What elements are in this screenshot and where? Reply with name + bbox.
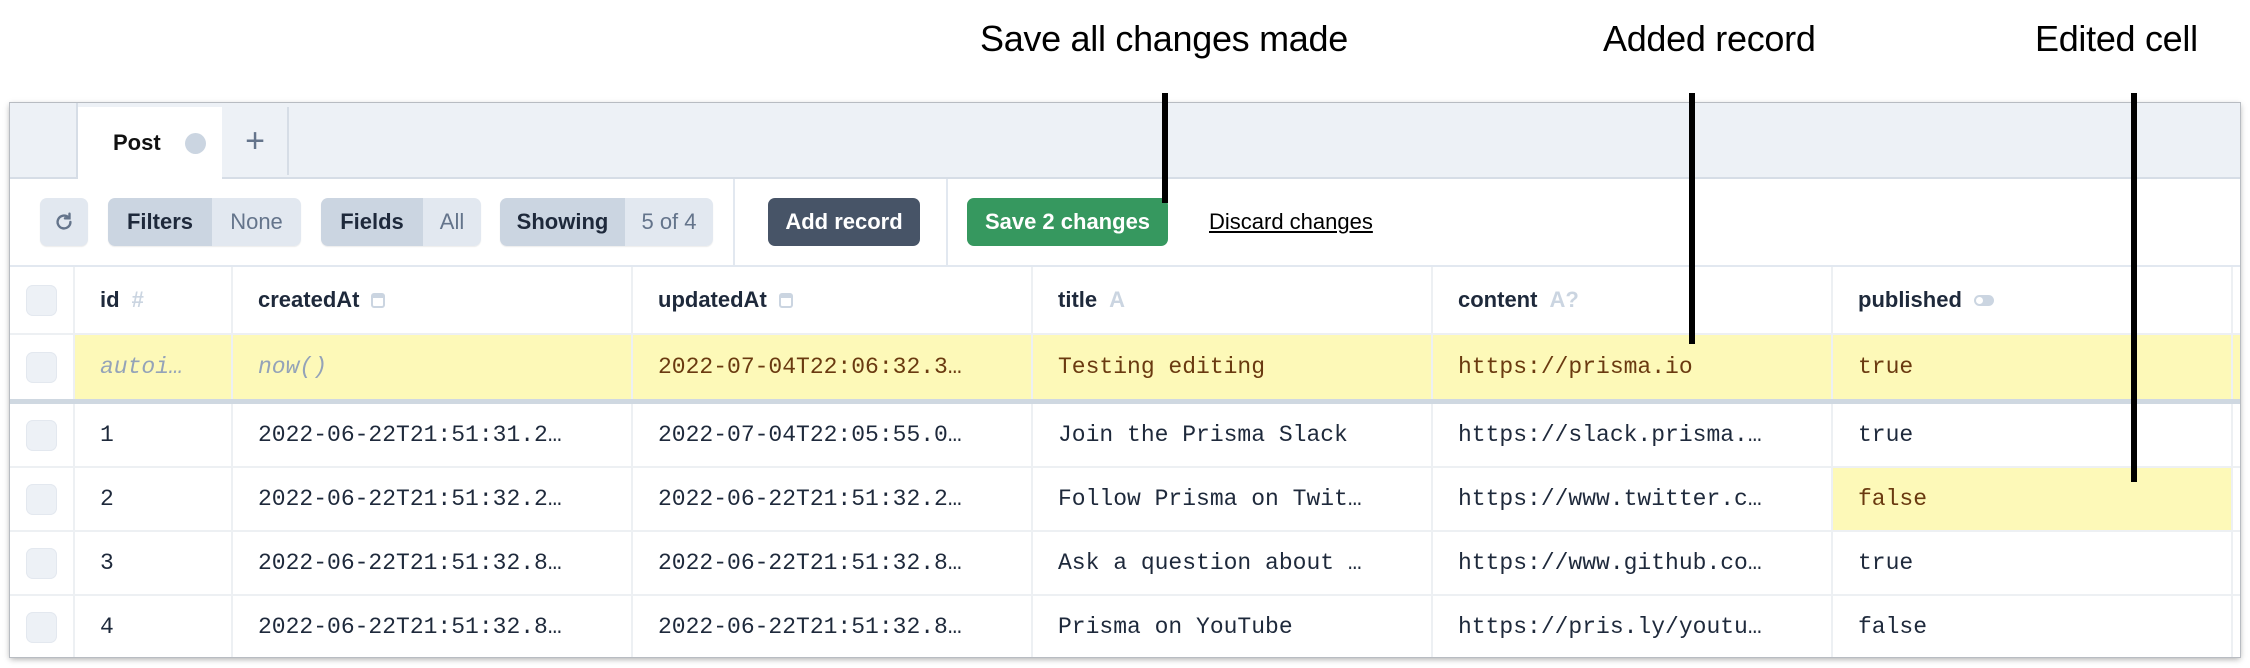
column-name: id (100, 287, 120, 312)
toggle-icon (1973, 294, 1994, 306)
cell-published[interactable]: true (1833, 404, 2233, 466)
tab-gutter (10, 103, 78, 177)
row-select-cell (10, 596, 75, 657)
header-row: id # createdAt updatedAt title A content A?… (10, 267, 2240, 335)
cell-createdAt[interactable]: 2022-06-22T21:51:32.8… (233, 596, 633, 657)
showing-label: Showing (500, 198, 625, 246)
column-name: content (1458, 287, 1538, 312)
column-name: published (1858, 287, 1962, 312)
tab-post[interactable]: Post (78, 107, 222, 179)
column-name: title (1058, 287, 1098, 312)
cell-published[interactable]: true (1833, 532, 2233, 594)
row-checkbox[interactable] (26, 419, 57, 451)
table-row: 1 2022-06-22T21:51:31.2… 2022-07-04T22:05:… (10, 404, 2240, 468)
cell-id[interactable]: autoi… (75, 335, 233, 399)
refresh-icon (56, 212, 72, 230)
cell-createdAt[interactable]: 2022-06-22T21:51:31.2… (233, 404, 633, 466)
studio-window: Post + Filters None Fields All Showing 5… (10, 103, 2240, 657)
annotation-pointer-edited (2131, 93, 2137, 482)
row-checkbox[interactable] (26, 483, 57, 515)
calendar-icon (778, 292, 793, 308)
cell-createdAt[interactable]: 2022-06-22T21:51:32.2… (233, 468, 633, 530)
cell-published[interactable]: true (1833, 335, 2233, 399)
add-record-button[interactable]: Add record (768, 198, 920, 246)
table-row: 3 2022-06-22T21:51:32.8… 2022-06-22T21:51:… (10, 532, 2240, 596)
filters-value: None (212, 198, 301, 246)
cell-id[interactable]: 3 (75, 532, 233, 594)
toolbar: Filters None Fields All Showing 5 of 4 A… (10, 179, 2240, 267)
cell-content[interactable]: https://www.twitter.c… (1433, 468, 1833, 530)
string-type-icon: A (1109, 287, 1126, 312)
row-select-cell (10, 404, 75, 466)
column-header-id[interactable]: id # (75, 267, 233, 333)
cell-updatedAt[interactable]: 2022-07-04T22:05:55.0… (633, 404, 1033, 466)
column-header-updatedAt[interactable]: updatedAt (633, 267, 1033, 333)
row-checkbox[interactable] (26, 547, 57, 579)
cell-updatedAt[interactable]: 2022-06-22T21:51:32.8… (633, 532, 1033, 594)
annotation-pointer-save (1162, 93, 1168, 203)
row-select-cell (10, 468, 75, 530)
cell-title[interactable]: Testing editing (1033, 335, 1433, 399)
number-type-icon: # (131, 287, 144, 312)
cell-published[interactable]: false (1833, 468, 2233, 530)
tab-label: Post (113, 130, 161, 155)
table-row: 2 2022-06-22T21:51:32.2… 2022-06-22T21:51:… (10, 468, 2240, 532)
tab-bar: Post + (10, 103, 2240, 179)
cell-title[interactable]: Join the Prisma Slack (1033, 404, 1433, 466)
select-all-cell (10, 267, 75, 333)
row-checkbox[interactable] (26, 351, 57, 383)
table-row: 4 2022-06-22T21:51:32.8… 2022-06-22T21:51:… (10, 596, 2240, 657)
add-tab-button[interactable]: + (223, 107, 289, 175)
cell-title[interactable]: Prisma on YouTube (1033, 596, 1433, 657)
annotation-edited-cell: Edited cell (2035, 18, 2198, 59)
showing-value: 5 of 4 (625, 198, 713, 246)
column-header-content[interactable]: content A? (1433, 267, 1833, 333)
cell-createdAt[interactable]: now() (233, 335, 633, 399)
unsaved-dot-icon (184, 132, 206, 154)
cell-updatedAt[interactable]: 2022-07-04T22:06:32.3… (633, 335, 1033, 399)
annotation-added-record: Added record (1603, 18, 1816, 59)
cell-content[interactable]: https://prisma.io (1433, 335, 1833, 399)
cell-published[interactable]: false (1833, 596, 2233, 657)
cell-createdAt[interactable]: 2022-06-22T21:51:32.8… (233, 532, 633, 594)
new-record-row: autoi… now() 2022-07-04T22:06:32.3… Test… (10, 335, 2240, 404)
filters-label: Filters (108, 198, 212, 246)
cell-id[interactable]: 2 (75, 468, 233, 530)
toolbar-divider (946, 179, 948, 265)
cell-title[interactable]: Ask a question about … (1033, 532, 1433, 594)
fields-label: Fields (321, 198, 423, 246)
cell-content[interactable]: https://pris.ly/youtu… (1433, 596, 1833, 657)
column-name: updatedAt (658, 287, 767, 312)
filters-button[interactable]: Filters None (108, 198, 301, 246)
calendar-icon (371, 292, 386, 308)
annotation-save-all: Save all changes made (980, 18, 1348, 59)
cell-id[interactable]: 1 (75, 404, 233, 466)
row-select-cell (10, 532, 75, 594)
row-checkbox[interactable] (26, 611, 57, 643)
cell-title[interactable]: Follow Prisma on Twit… (1033, 468, 1433, 530)
save-changes-button[interactable]: Save 2 changes (967, 198, 1168, 246)
cell-content[interactable]: https://slack.prisma.… (1433, 404, 1833, 466)
cell-content[interactable]: https://www.github.co… (1433, 532, 1833, 594)
column-header-published[interactable]: published (1833, 267, 2233, 333)
cell-updatedAt[interactable]: 2022-06-22T21:51:32.8… (633, 596, 1033, 657)
cell-updatedAt[interactable]: 2022-06-22T21:51:32.2… (633, 468, 1033, 530)
select-all-checkbox[interactable] (26, 284, 57, 316)
fields-value: All (423, 198, 481, 246)
optional-string-type-icon: A? (1549, 287, 1579, 312)
row-select-cell (10, 335, 75, 399)
annotation-pointer-added (1689, 93, 1695, 344)
showing-button[interactable]: Showing 5 of 4 (500, 198, 713, 246)
refresh-button[interactable] (40, 198, 88, 246)
column-header-createdAt[interactable]: createdAt (233, 267, 633, 333)
toolbar-divider (733, 179, 735, 265)
discard-changes-link[interactable]: Discard changes (1209, 209, 1373, 235)
cell-id[interactable]: 4 (75, 596, 233, 657)
fields-button[interactable]: Fields All (321, 198, 481, 246)
column-name: createdAt (258, 287, 360, 312)
column-header-title[interactable]: title A (1033, 267, 1433, 333)
